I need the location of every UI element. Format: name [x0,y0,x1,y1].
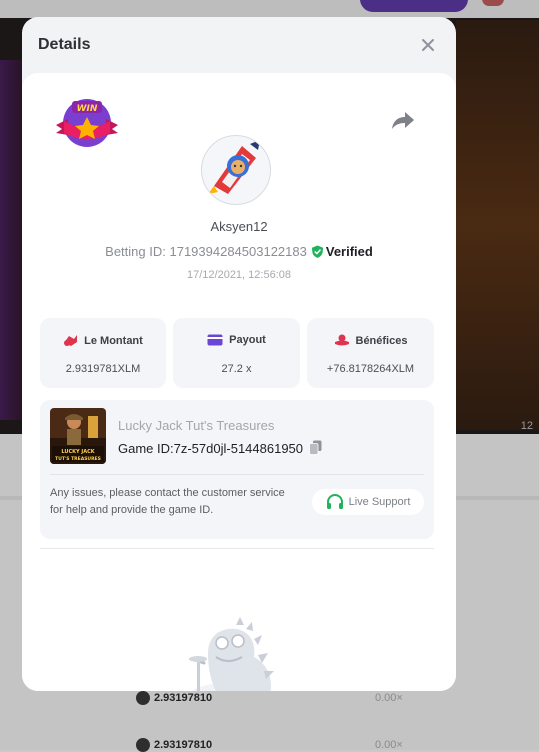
background-row-amount: 2.93197810 [154,692,213,704]
game-name[interactable]: Lucky Jack Tut's Treasures [118,418,274,433]
close-icon[interactable] [418,35,438,55]
game-box-divider [50,474,424,475]
background-corner-number: 12 [520,420,533,432]
stat-bet-amount: Le Montant 2.9319781XLM [40,318,166,388]
stat-header: Payout [173,334,300,346]
background-row-multiplier: 0.00× [375,692,403,704]
background-game-left-edge [0,60,22,420]
game-thumbnail-image: LUCKY JACK TUT'S TREASURES [50,408,106,464]
win-badge-icon: WIN [56,99,118,147]
game-id-label: Game ID: [118,441,174,456]
bet-timestamp: 17/12/2021, 12:56:08 [187,269,291,281]
background-header-button [360,0,468,12]
details-modal: Details WIN Aksyen12 Betting ID: 1719394… [22,17,456,691]
avatar [201,135,271,205]
payout-card-icon [207,334,223,346]
xlm-coin-icon [136,691,150,705]
stat-header: Le Montant [40,334,166,347]
profit-icon [334,334,349,346]
svg-text:LUCKY JACK: LUCKY JACK [61,449,95,455]
stat-value: +76.8178264XLM [326,363,415,375]
betting-id-label: Betting ID: [105,244,166,259]
betting-id-line: Betting ID: 1719394284503122183 Verified [22,244,456,259]
stat-value: 2.9319781XLM [65,363,141,375]
stat-profit: Bénéfices +76.8178264XLM [307,318,434,388]
bet-details-card: WIN Aksyen12 Betting ID: 171939428450312… [22,73,456,691]
dinosaur-mascot-icon [189,617,274,691]
copy-icon[interactable] [309,440,322,455]
stat-label: Le Montant [84,335,143,347]
background-row-amount: 2.93197810 [154,739,213,751]
stat-header: Bénéfices [307,334,434,347]
rocket-avatar-icon [208,140,260,194]
modal-title: Details [38,36,91,53]
stat-label: Payout [229,334,266,346]
headset-icon [326,494,343,509]
verified-label: Verified [325,244,373,259]
background-game-right-edge [456,20,539,430]
verified-shield-icon [311,245,323,258]
background-row-multiplier: 0.00× [375,739,403,751]
stat-value: 27.2 x [221,363,252,375]
modal-header: Details [22,17,456,73]
stat-label: Bénéfices [355,335,408,347]
game-thumbnail[interactable]: LUCKY JACK TUT'S TREASURES [50,408,106,464]
live-support-button[interactable]: Live Support [312,489,424,515]
game-info-box: LUCKY JACK TUT'S TREASURES Lucky Jack Tu… [40,400,434,539]
share-icon[interactable] [391,109,415,131]
betting-id-value: 1719394284503122183 [169,244,307,259]
support-message: Any issues, please contact the customer … [50,487,285,516]
live-support-label: Live Support [348,496,411,508]
svg-text:WIN: WIN [77,104,98,114]
stat-payout: Payout 27.2 x [173,318,300,388]
section-divider [40,548,434,549]
svg-text:TUT'S TREASURES: TUT'S TREASURES [55,456,101,462]
game-id-line: Game ID:7z-57d0jl-5144861950 [118,440,322,456]
background-row: 2.93197810 [136,691,212,705]
username: Aksyen12 [210,219,268,234]
bet-icon [64,335,78,346]
game-id-value: 7z-57d0jl-5144861950 [173,441,304,456]
